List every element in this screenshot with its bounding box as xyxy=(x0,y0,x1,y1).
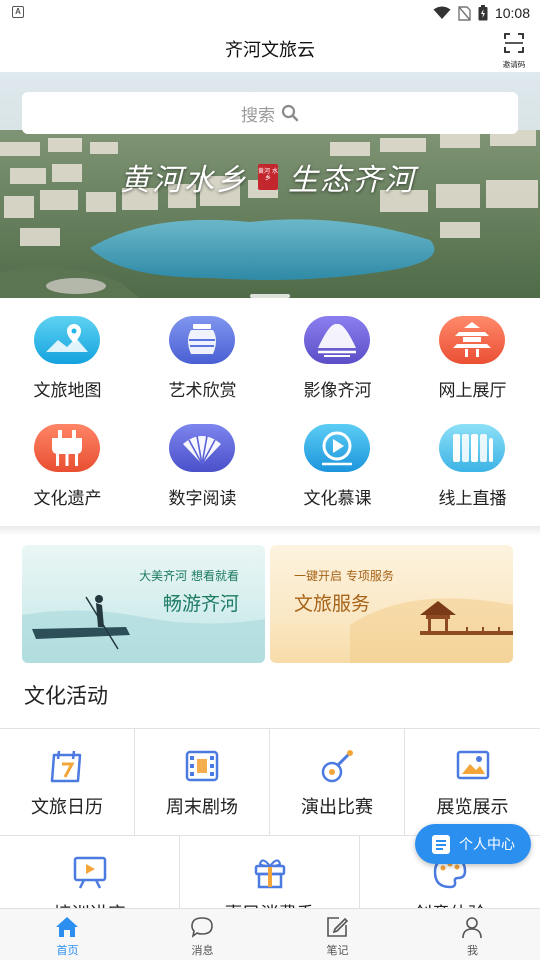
feature-grid: 文旅地图 艺术欣赏 影像齐河 网上展厅 文化遗产 数字阅读 文化慕课 线上直播 xyxy=(0,298,540,526)
tab-label: 我 xyxy=(467,944,478,957)
grid-label: 艺术欣赏 xyxy=(168,381,237,401)
slogan-left: 黄河水乡 xyxy=(120,163,248,198)
grid-label: 网上展厅 xyxy=(438,381,507,401)
notification-app-icon: A xyxy=(12,6,24,18)
calendar-icon xyxy=(50,750,82,783)
tab-notes[interactable]: 笔记 xyxy=(270,909,405,961)
promo-card-service[interactable]: 一键开启 专项服务 文旅服务 xyxy=(270,545,513,663)
picture-frame-icon xyxy=(456,750,490,780)
grid-item-images[interactable]: 影像齐河 xyxy=(270,298,405,406)
scan-icon xyxy=(504,33,524,53)
tab-label: 首页 xyxy=(56,944,79,957)
activity-label: 周末剧场 xyxy=(166,797,238,818)
map-pin-icon xyxy=(34,316,100,364)
grid-label: 文化遗产 xyxy=(33,489,102,509)
clipboard-icon xyxy=(432,835,450,854)
wifi-icon xyxy=(433,6,451,19)
grid-label: 数字阅读 xyxy=(168,489,237,509)
chat-bubble-icon xyxy=(191,917,213,938)
tab-label: 笔记 xyxy=(326,944,349,957)
bottom-tab-bar: 首页 消息 笔记 我 xyxy=(0,908,540,960)
tab-messages[interactable]: 消息 xyxy=(135,909,270,961)
user-icon xyxy=(462,917,482,939)
edit-note-icon xyxy=(327,917,349,937)
grid-item-reading[interactable]: 数字阅读 xyxy=(135,406,270,514)
activity-exhibition[interactable]: 展览展示 xyxy=(405,729,540,836)
activity-culture-calendar[interactable]: 文旅日历 xyxy=(0,729,135,836)
live-stream-icon xyxy=(439,424,505,472)
guitar-icon xyxy=(321,750,353,783)
promo-subtitle: 一键开启 专项服务 xyxy=(294,569,394,583)
activity-performance[interactable]: 演出比赛 xyxy=(270,729,405,836)
bronze-vessel-icon xyxy=(34,424,100,472)
film-reel-icon xyxy=(185,750,219,782)
red-seal-stamp: 黄河 水乡 xyxy=(258,164,278,190)
activity-label: 文旅日历 xyxy=(31,797,103,818)
grid-item-mooc[interactable]: 文化慕课 xyxy=(270,406,405,514)
grid-item-online-hall[interactable]: 网上展厅 xyxy=(405,298,540,406)
promo-title: 畅游齐河 xyxy=(162,593,239,615)
search-placeholder: 搜索 xyxy=(241,105,275,126)
grid-item-heritage[interactable]: 文化遗产 xyxy=(0,406,135,514)
page-title: 齐河文旅云 xyxy=(225,40,315,61)
pavilion-icon xyxy=(439,316,505,364)
personal-center-button[interactable]: 个人中心 xyxy=(415,824,531,864)
no-sim-icon xyxy=(458,5,471,21)
gift-icon xyxy=(254,859,286,889)
grid-label: 线上直播 xyxy=(438,489,507,509)
tab-label: 消息 xyxy=(191,944,214,957)
grid-item-culture-map[interactable]: 文旅地图 xyxy=(0,298,135,406)
search-bar[interactable]: 搜索 xyxy=(22,92,518,134)
grid-label: 文化慕课 xyxy=(303,489,372,509)
section-title: 文化活动 xyxy=(24,684,108,708)
battery-icon xyxy=(478,5,488,21)
activity-weekend-theater[interactable]: 周末剧场 xyxy=(135,729,270,836)
home-icon xyxy=(56,917,78,937)
search-icon xyxy=(281,104,299,122)
clock: 10:08 xyxy=(494,5,530,21)
mountain-image-icon xyxy=(304,316,370,364)
banner-slogan: 黄河水乡 黄河 水乡 生态齐河 xyxy=(120,154,420,200)
activity-consumption-season[interactable]: 惠民消费季 xyxy=(180,836,360,925)
title-bar: 齐河文旅云 邀请码 xyxy=(0,26,540,72)
personal-center-label: 个人中心 xyxy=(459,837,515,853)
tab-home[interactable]: 首页 xyxy=(0,909,135,961)
presentation-board-icon xyxy=(73,856,107,889)
fan-book-icon xyxy=(169,424,235,472)
vase-icon xyxy=(169,316,235,364)
hero-banner[interactable]: 搜索 黄河水乡 黄河 水乡 生态齐河 xyxy=(0,72,540,298)
grid-divider xyxy=(0,526,540,536)
activity-label: 演出比赛 xyxy=(301,797,373,818)
invite-code-label: 邀请码 xyxy=(502,60,526,69)
promo-subtitle: 大美齐河 想看就看 xyxy=(139,569,239,583)
slogan-right: 生态齐河 xyxy=(288,163,416,198)
grid-item-art[interactable]: 艺术欣赏 xyxy=(135,298,270,406)
tab-me[interactable]: 我 xyxy=(405,909,540,961)
grid-label: 文旅地图 xyxy=(33,381,102,401)
grid-label: 影像齐河 xyxy=(303,381,372,401)
video-play-icon xyxy=(304,424,370,472)
invite-code-button[interactable]: 邀请码 xyxy=(498,30,530,70)
status-icons: 10:08 xyxy=(433,3,530,23)
promo-title: 文旅服务 xyxy=(294,593,371,615)
activity-label: 展览展示 xyxy=(436,797,509,818)
activity-training[interactable]: 培训讲座 xyxy=(0,836,180,925)
grid-item-live[interactable]: 线上直播 xyxy=(405,406,540,514)
status-bar: A 10:08 xyxy=(0,0,540,26)
activities-grid: 文旅日历 周末剧场 演出比赛 展览展示 培训讲座 xyxy=(0,728,540,925)
promo-card-tour[interactable]: 大美齐河 想看就看 畅游齐河 xyxy=(22,545,265,663)
